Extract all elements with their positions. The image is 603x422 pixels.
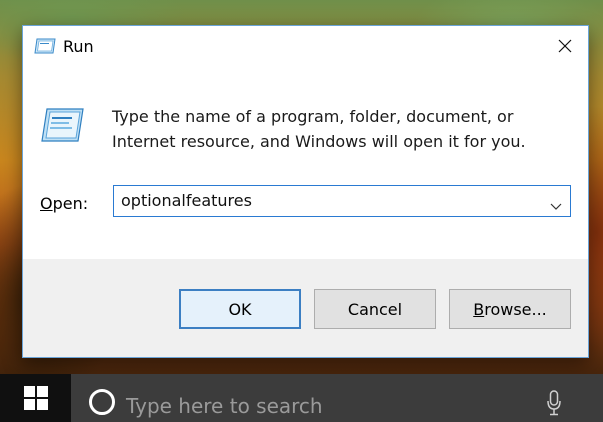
windows-start-icon xyxy=(23,386,48,410)
run-icon xyxy=(34,38,56,54)
start-button[interactable] xyxy=(0,374,71,422)
ok-button[interactable]: OK xyxy=(179,289,301,329)
close-icon xyxy=(558,39,572,53)
browse-accelerator: B xyxy=(473,299,485,319)
browse-button[interactable]: Browse... xyxy=(449,289,571,329)
run-program-icon xyxy=(40,108,84,142)
open-label: Open: xyxy=(40,194,88,213)
window-title: Run xyxy=(63,37,94,56)
open-label-text: pen: xyxy=(52,194,89,213)
taskbar-search-box[interactable]: Type here to search xyxy=(71,374,603,422)
title-bar[interactable]: Run xyxy=(23,26,588,68)
taskbar: Type here to search xyxy=(0,374,603,422)
run-dialog: Run Type the name of a program, folder, … xyxy=(22,25,589,358)
microphone-icon[interactable] xyxy=(546,390,562,416)
dialog-description: Type the name of a program, folder, docu… xyxy=(112,107,526,151)
search-placeholder[interactable]: Type here to search xyxy=(126,394,323,418)
cortana-icon[interactable] xyxy=(89,389,115,415)
open-combobox[interactable]: optionalfeatures xyxy=(113,185,571,217)
chevron-down-icon[interactable] xyxy=(550,196,562,210)
cancel-button[interactable]: Cancel xyxy=(314,289,436,329)
open-label-accelerator: O xyxy=(40,194,53,213)
close-button[interactable] xyxy=(542,26,588,66)
open-input[interactable]: optionalfeatures xyxy=(121,191,252,210)
browse-label: rowse... xyxy=(484,299,547,319)
